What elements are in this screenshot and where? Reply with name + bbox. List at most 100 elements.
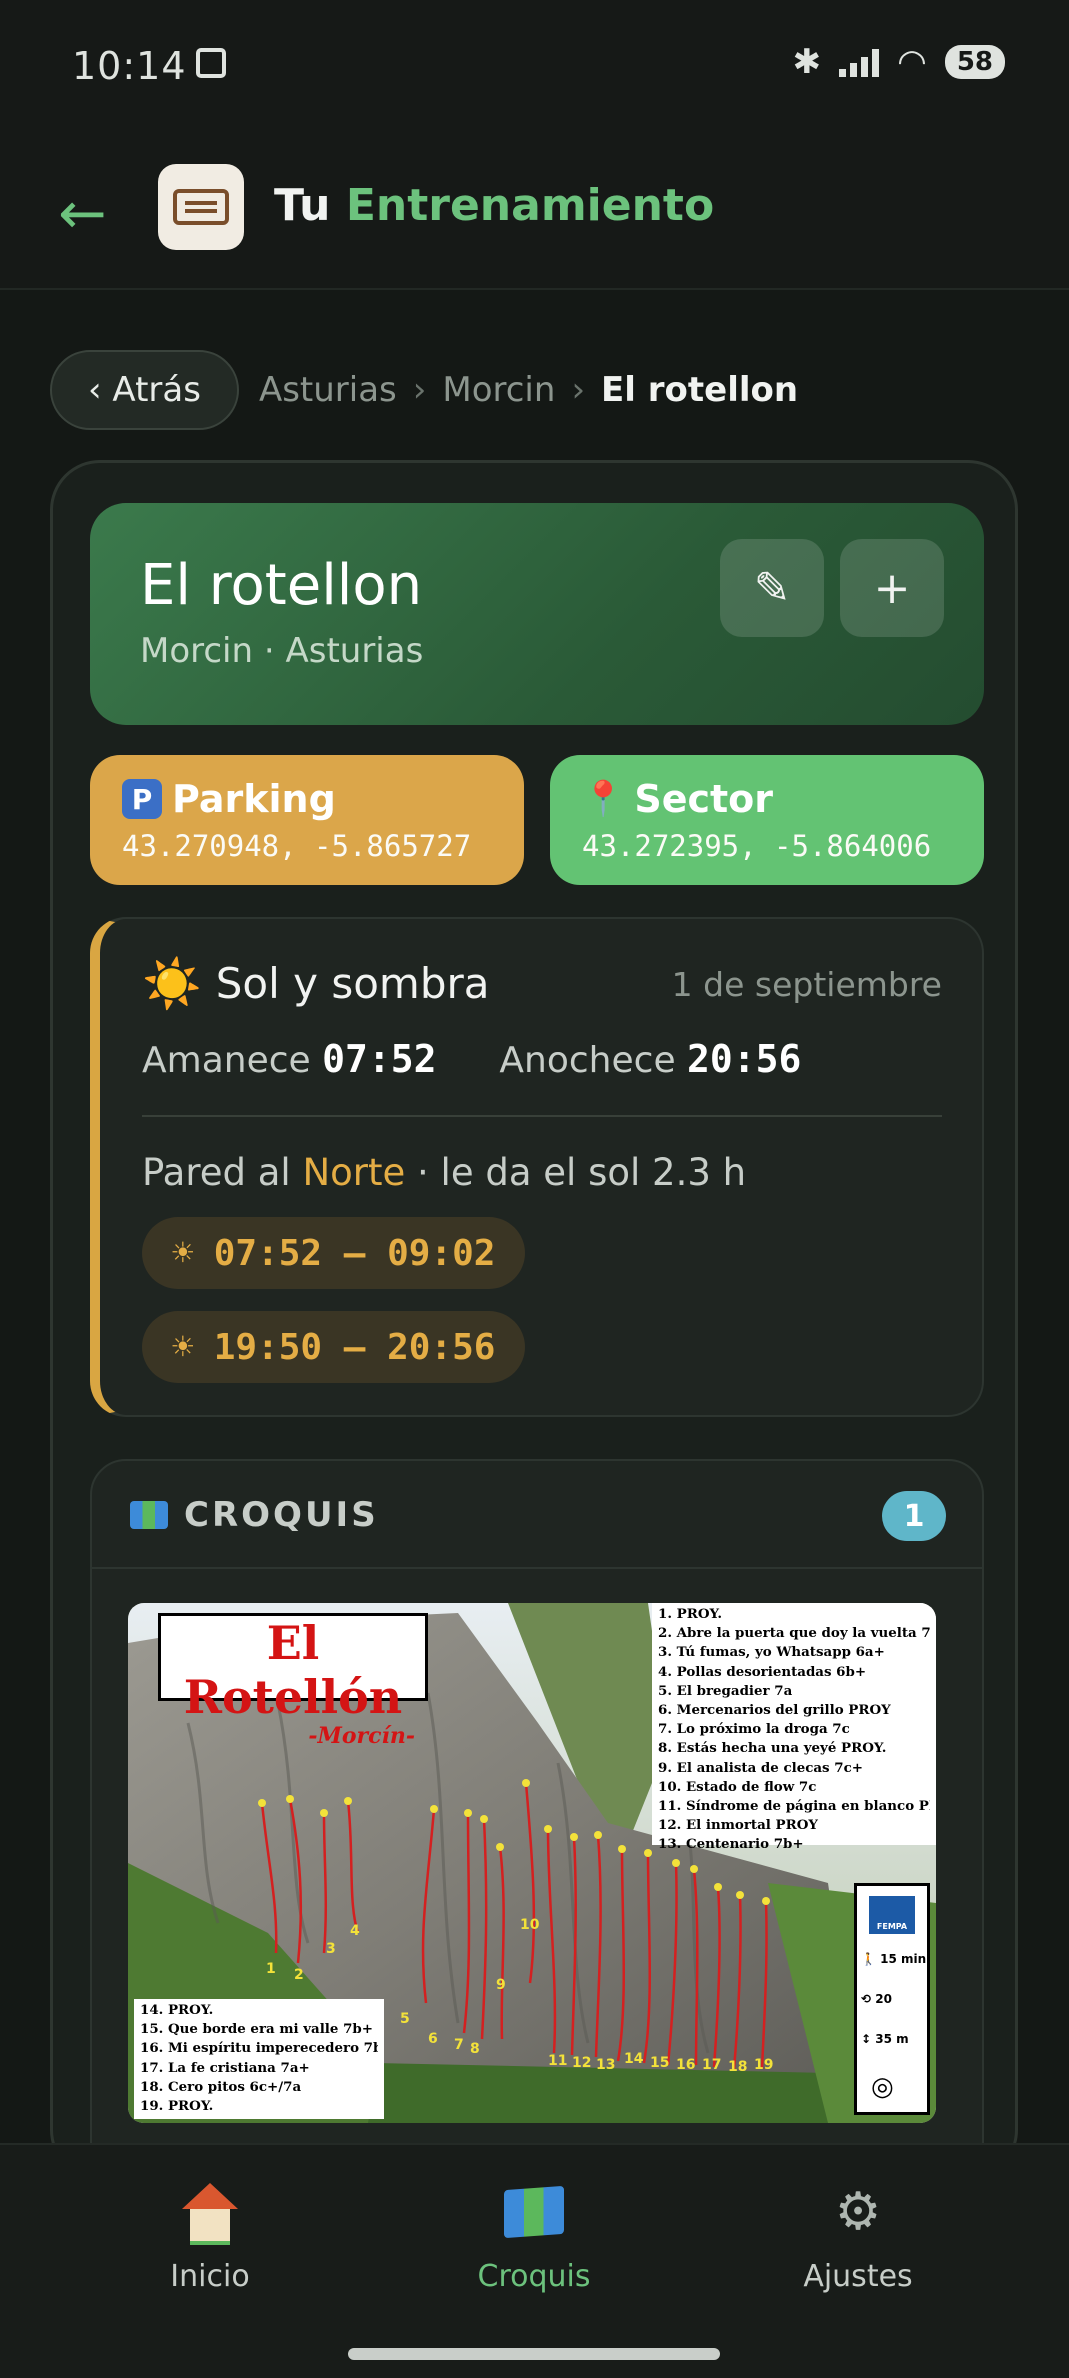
add-button[interactable]: + (840, 539, 944, 637)
topo-title: El Rotellón (183, 1616, 403, 1724)
status-bar: 10:14 ✱ ◠ 58 (0, 0, 1069, 130)
notification-icon (196, 48, 226, 78)
map-icon (504, 2185, 564, 2239)
route-number: 9 (496, 1977, 506, 1993)
sun-times: Amanece 07:52 Anochece 20:56 (142, 1037, 801, 1081)
croquis-header[interactable]: CROQUIS 1 (92, 1461, 982, 1569)
route-number: 12 (572, 2055, 591, 2071)
route-number: 10 (520, 1917, 540, 1933)
route-number: 15 (650, 2055, 669, 2071)
route-legend-entry: 2. Abre la puerta que doy la vuelta 7a (658, 1625, 930, 1642)
sun-slot: ☀ 19:50 – 20:56 (142, 1311, 526, 1383)
route-legend-entry: 16. Mi espíritu imperecedero 7b (140, 2040, 378, 2057)
topo-title-box: El Rotellón -Morcín- (158, 1613, 428, 1748)
nav-ajustes-label: Ajustes (803, 2259, 913, 2294)
app-header: ← Tu Entrenamiento (0, 130, 1069, 290)
route-legend-entry: 15. Que borde era mi valle 7b+ (140, 2021, 373, 2038)
route-number: 14 (624, 2051, 644, 2067)
route-number: 3 (326, 1941, 336, 1957)
wall-orientation: Pared al Norte · le da el sol 2.3 h (142, 1151, 746, 1194)
route-legend-entry: 11. Síndrome de página en blanco PROY (658, 1798, 930, 1815)
wall-prefix: Pared al (142, 1151, 291, 1194)
sun-slot-range: 19:50 – 20:56 (213, 1326, 496, 1368)
route-number: 11 (548, 2053, 567, 2069)
status-time: 10:14 (72, 44, 187, 88)
nav-inicio[interactable]: Inicio (100, 2179, 320, 2294)
wall-height-value: 35 m (875, 2032, 909, 2046)
breadcrumb-item-asturias[interactable]: Asturias (259, 370, 397, 410)
route-number: 13 (596, 2057, 615, 2073)
compass-icon: ◎ (871, 2072, 894, 2102)
route-legend-entry: 10. Estado de flow 7c (658, 1778, 817, 1795)
wall-sun-hours: · le da el sol 2.3 h (417, 1151, 747, 1194)
route-number: 19 (754, 2057, 773, 2073)
route-number: 7 (454, 2037, 464, 2053)
sector-location: Morcin · Asturias (140, 631, 424, 671)
breadcrumb-separator: › (571, 370, 586, 410)
sector-card: El rotellon Morcin · Asturias ✎ + P Park… (50, 460, 1018, 2180)
parking-icon: P (122, 779, 162, 819)
route-legend-entry: 4. Pollas desorientadas 6b+ (658, 1663, 867, 1680)
route-number: 4 (350, 1923, 360, 1939)
sun-small-icon: ☀ (172, 1232, 194, 1274)
croquis-panel: CROQUIS 1 1 2 3 4 5 6 7 8 9 10 11 12 13 … (90, 1459, 984, 2177)
route-legend-top: 1. PROY. 2. Abre la puerta que doy la vue… (652, 1603, 936, 1852)
route-legend-entry: 1. PROY. (658, 1606, 722, 1622)
battery-indicator: 58 (944, 45, 1005, 79)
topo-subtitle: -Morcín- (308, 1723, 415, 1749)
route-count: ⟲ 20 (861, 1992, 892, 2006)
route-number: 5 (400, 2011, 410, 2027)
pencil-icon: ✎ (753, 562, 791, 614)
sunset-label: Anochece (499, 1040, 676, 1081)
sun-date: 1 de septiembre (671, 965, 942, 1004)
route-number: 1 (266, 1961, 276, 1977)
sun-slot-range: 07:52 – 09:02 (213, 1232, 496, 1274)
nav-ajustes[interactable]: ⚙ Ajustes (748, 2179, 968, 2294)
route-number: 16 (676, 2057, 695, 2073)
route-legend-entry: 3. Tú fumas, yo Whatsapp 6a+ (658, 1644, 885, 1661)
sector-coordinates-button[interactable]: 📍 Sector 43.272395, -5.864006 (550, 755, 984, 885)
bottom-navigation: Inicio Croquis ⚙ Ajustes (0, 2143, 1069, 2378)
wall-direction: Norte (302, 1151, 406, 1194)
parking-label: Parking (172, 777, 336, 821)
breadcrumb-separator: › (412, 370, 427, 410)
parking-coordinates-button[interactable]: P Parking 43.270948, -5.865727 (90, 755, 524, 885)
sector-info-box: FEMPA 🚶 15 min ⟲ 20 ↕ 35 m ◎ (854, 1883, 930, 2115)
wifi-icon: ◠ (897, 42, 927, 82)
croquis-count-badge: 1 (882, 1491, 946, 1541)
breadcrumb-item-current: El rotellon (601, 370, 799, 410)
route-legend-entry: 13. Centenario 7b+ (658, 1836, 804, 1853)
route-number: 6 (428, 2031, 438, 2047)
route-legend-entry: 7. Lo próximo la droga 7c (658, 1721, 850, 1738)
route-legend-entry: 12. El inmortal PROY (658, 1817, 818, 1834)
breadcrumb-item-morcin[interactable]: Morcin (442, 370, 555, 410)
house-icon (182, 2183, 238, 2245)
route-legend-entry: 17. La fe cristiana 7a+ (140, 2059, 310, 2076)
status-icons: ✱ ◠ 58 (793, 42, 1005, 82)
fempa-logo: FEMPA (869, 1896, 915, 1934)
sun-small-icon: ☀ (172, 1326, 194, 1368)
sector-label: Sector (634, 777, 774, 821)
nav-inicio-label: Inicio (170, 2259, 250, 2294)
breadcrumb: ‹ Atrás Asturias › Morcin › El rotellon (50, 350, 798, 430)
topo-image[interactable]: 1 2 3 4 5 6 7 8 9 10 11 12 13 14 15 16 17 18 19 El Rotelló… (128, 1603, 936, 2123)
back-button[interactable]: ‹ Atrás (50, 350, 239, 430)
app-logo (158, 164, 244, 250)
sunset-time: 20:56 (687, 1037, 802, 1081)
wall-height: ↕ 35 m (861, 2032, 909, 2046)
route-count-value: 20 (875, 1992, 892, 2006)
home-indicator[interactable] (348, 2348, 720, 2360)
nav-croquis[interactable]: Croquis (424, 2179, 644, 2294)
edit-button[interactable]: ✎ (720, 539, 824, 637)
back-arrow-icon[interactable]: ← (58, 184, 107, 242)
route-legend-bottom: 14. PROY. 15. Que borde era mi valle 7b+ 1… (134, 1999, 384, 2119)
plus-icon: + (873, 562, 911, 614)
parking-coordinates: 43.270948, -5.865727 (122, 829, 472, 863)
sun-icon: ☀️ (142, 956, 202, 1012)
route-legend-entry: 18. Cero pitos 6c+/7a (140, 2078, 302, 2095)
sunrise-time: 07:52 (322, 1037, 437, 1081)
sunrise-label: Amanece (142, 1040, 311, 1081)
route-legend-entry: 9. El analista de clecas 7c+ (658, 1759, 863, 1776)
sun-shade-panel: ☀️ Sol y sombra 1 de septiembre Amanece … (90, 917, 984, 1417)
approach-value: 15 min (880, 1952, 927, 1966)
